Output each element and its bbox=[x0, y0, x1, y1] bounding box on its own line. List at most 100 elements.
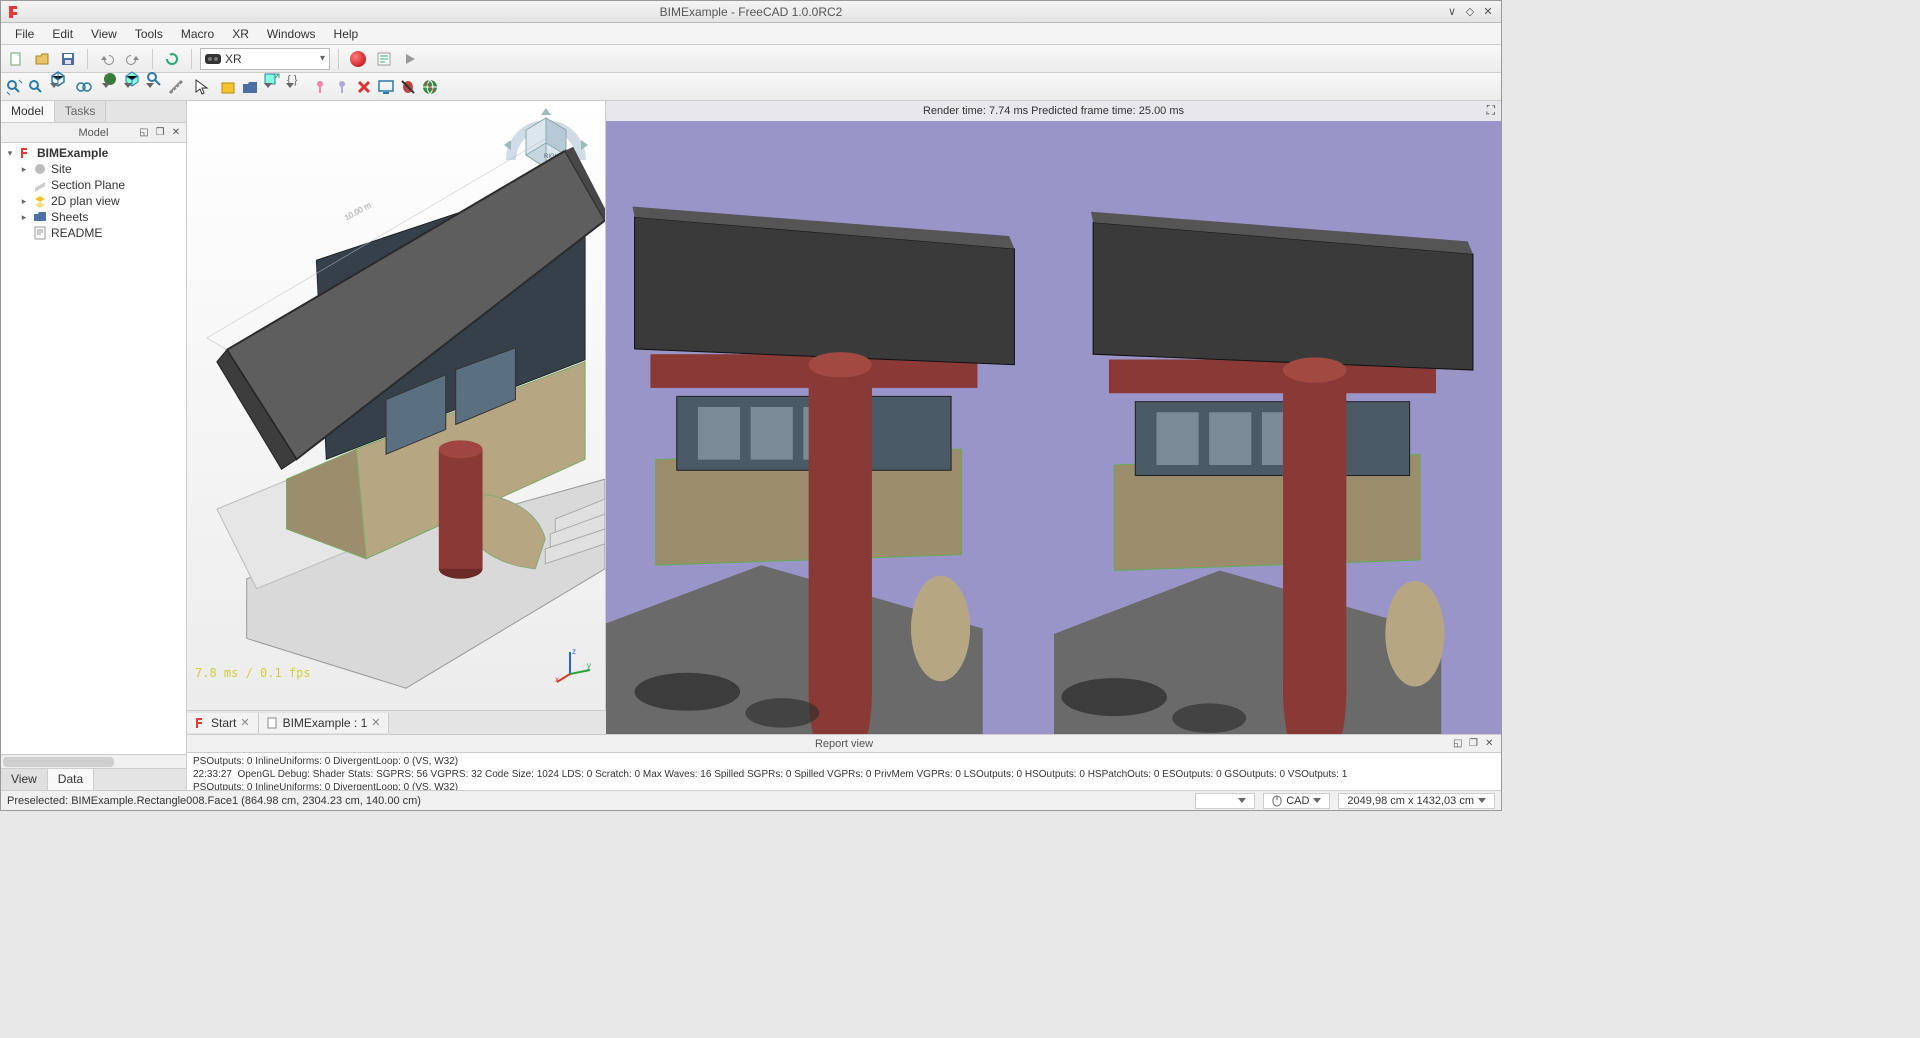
new-button[interactable] bbox=[5, 48, 27, 70]
menu-edit[interactable]: Edit bbox=[44, 25, 81, 43]
link-button[interactable] bbox=[263, 70, 281, 103]
whats-this-button[interactable] bbox=[193, 78, 211, 96]
dock-float-icon[interactable]: ❐ bbox=[1469, 738, 1481, 749]
fullscreen-icon[interactable]: ⛶ bbox=[1487, 103, 1495, 118]
menu-xr[interactable]: XR bbox=[224, 25, 257, 43]
3d-model-render: 10.00 m bbox=[187, 101, 605, 698]
group-button[interactable] bbox=[241, 78, 259, 96]
record-button[interactable] bbox=[347, 48, 369, 70]
toolbar-file: XR bbox=[1, 45, 1501, 73]
workbench-selector[interactable]: XR bbox=[200, 48, 330, 70]
tree-item-label: Sheets bbox=[51, 210, 88, 224]
status-dimensions-label: 2049,98 cm x 1432,03 cm bbox=[1347, 795, 1474, 807]
isometric-button[interactable] bbox=[49, 70, 67, 103]
fit-all-button[interactable] bbox=[5, 78, 23, 96]
status-dimensions[interactable]: 2049,98 cm x 1432,03 cm bbox=[1338, 793, 1495, 809]
draw-style-button[interactable] bbox=[101, 70, 119, 103]
titlebar: BIMExample - FreeCAD 1.0.0RC2 ∨ ◇ ✕ bbox=[1, 1, 1501, 23]
measure-button[interactable] bbox=[167, 78, 185, 96]
freecad-tab-icon bbox=[195, 717, 207, 729]
close-button[interactable]: ✕ bbox=[1481, 5, 1495, 19]
open-button[interactable] bbox=[31, 48, 53, 70]
tree-item-sheets[interactable]: ▸ Sheets bbox=[1, 209, 186, 225]
macro-edit-button[interactable] bbox=[373, 48, 395, 70]
expand-arrow-icon[interactable]: ▸ bbox=[19, 164, 29, 175]
tab-view[interactable]: View bbox=[1, 769, 48, 790]
model-tree[interactable]: ▾ BIMExample ▸ Site Section Plane ▸ bbox=[1, 143, 186, 754]
vr-viewport[interactable]: Render time: 7.74 ms Predicted frame tim… bbox=[606, 101, 1501, 734]
log-line: 22:33:27 OpenGL Debug: Shader Stats: SGP… bbox=[193, 769, 1347, 780]
vargroup-button[interactable]: { } bbox=[285, 70, 303, 103]
menu-tools[interactable]: Tools bbox=[127, 25, 171, 43]
folder-icon bbox=[33, 210, 47, 224]
minimize-button[interactable]: ∨ bbox=[1445, 5, 1459, 19]
tree-root[interactable]: ▾ BIMExample bbox=[1, 145, 186, 161]
layers-icon bbox=[33, 194, 47, 208]
tab-model[interactable]: Model bbox=[1, 101, 55, 122]
globe-button[interactable] bbox=[421, 78, 439, 96]
text-icon bbox=[33, 226, 47, 240]
fit-selection-button[interactable] bbox=[27, 78, 45, 96]
menu-help[interactable]: Help bbox=[326, 25, 367, 43]
delete-button[interactable] bbox=[355, 78, 373, 96]
dock-close-icon[interactable]: ✕ bbox=[1485, 738, 1497, 749]
menu-macro[interactable]: Macro bbox=[173, 25, 222, 43]
refresh-button[interactable] bbox=[161, 48, 183, 70]
menu-file[interactable]: File bbox=[7, 25, 42, 43]
workbench-label: XR bbox=[225, 52, 242, 66]
tab-start[interactable]: Start ✕ bbox=[187, 713, 259, 733]
record-icon bbox=[350, 51, 366, 67]
vr-left-eye bbox=[606, 101, 1054, 734]
tree-item-site[interactable]: ▸ Site bbox=[1, 161, 186, 177]
expand-arrow-icon[interactable]: ▸ bbox=[19, 196, 29, 207]
screen-button[interactable] bbox=[377, 78, 395, 96]
expand-arrow-icon[interactable]: ▸ bbox=[19, 212, 29, 223]
plane-icon bbox=[33, 178, 47, 192]
tree-root-label: BIMExample bbox=[37, 146, 108, 160]
report-view-log[interactable]: PSOutputs: 0 InlineUniforms: 0 Divergent… bbox=[187, 753, 1501, 790]
dock-undock-icon[interactable]: ◱ bbox=[138, 127, 150, 139]
close-tab-icon[interactable]: ✕ bbox=[371, 716, 380, 729]
tree-item-label: README bbox=[51, 226, 102, 240]
status-nav-style[interactable]: CAD bbox=[1263, 793, 1330, 809]
save-button[interactable] bbox=[57, 48, 79, 70]
tree-item-section-plane[interactable]: Section Plane bbox=[1, 177, 186, 193]
play-button[interactable] bbox=[399, 48, 421, 70]
part-create-button[interactable] bbox=[219, 78, 237, 96]
pin-button[interactable] bbox=[311, 78, 329, 96]
tree-item-readme[interactable]: README bbox=[1, 225, 186, 241]
vr-render-stats: Render time: 7.74 ms Predicted frame tim… bbox=[923, 105, 1184, 117]
redo-button[interactable] bbox=[122, 48, 144, 70]
undo-button[interactable] bbox=[96, 48, 118, 70]
dock-float-icon[interactable]: ❐ bbox=[154, 127, 166, 139]
vr-statusbar: Render time: 7.74 ms Predicted frame tim… bbox=[606, 101, 1501, 121]
freecad-doc-icon bbox=[19, 146, 33, 160]
no-bug-button[interactable] bbox=[399, 78, 417, 96]
tab-data[interactable]: Data bbox=[48, 769, 94, 790]
model-panel-header: Model ◱ ❐ ✕ bbox=[1, 123, 186, 143]
menu-windows[interactable]: Windows bbox=[259, 25, 324, 43]
menu-view[interactable]: View bbox=[83, 25, 125, 43]
tab-tasks[interactable]: Tasks bbox=[55, 101, 107, 122]
tab-document-label: BIMExample : 1 bbox=[283, 716, 368, 730]
expand-arrow-icon[interactable]: ▾ bbox=[5, 148, 15, 159]
maximize-button[interactable]: ◇ bbox=[1463, 5, 1477, 19]
pin2-button[interactable] bbox=[333, 78, 351, 96]
dock-undock-icon[interactable]: ◱ bbox=[1453, 738, 1465, 749]
log-line: PSOutputs: 0 InlineUniforms: 0 Divergent… bbox=[193, 756, 458, 767]
part-box-button[interactable] bbox=[123, 70, 141, 103]
status-blank-combo[interactable] bbox=[1195, 793, 1255, 809]
globe-icon bbox=[33, 162, 47, 176]
close-tab-icon[interactable]: ✕ bbox=[240, 716, 249, 729]
report-view-title: Report view bbox=[187, 738, 1501, 750]
dock-close-icon[interactable]: ✕ bbox=[170, 127, 182, 139]
freecad-logo-icon bbox=[7, 4, 23, 20]
tree-item-2d-plan[interactable]: ▸ 2D plan view bbox=[1, 193, 186, 209]
doc-icon bbox=[267, 717, 279, 729]
statusbar: Preselected: BIMExample.Rectangle008.Fac… bbox=[1, 790, 1501, 810]
3d-viewport[interactable]: RIGHT z y x bbox=[187, 101, 606, 734]
sync-view-button[interactable] bbox=[75, 78, 93, 96]
tab-document[interactable]: BIMExample : 1 ✕ bbox=[259, 713, 390, 733]
zoom-button[interactable] bbox=[145, 70, 163, 103]
tree-hscrollbar[interactable] bbox=[1, 754, 186, 768]
